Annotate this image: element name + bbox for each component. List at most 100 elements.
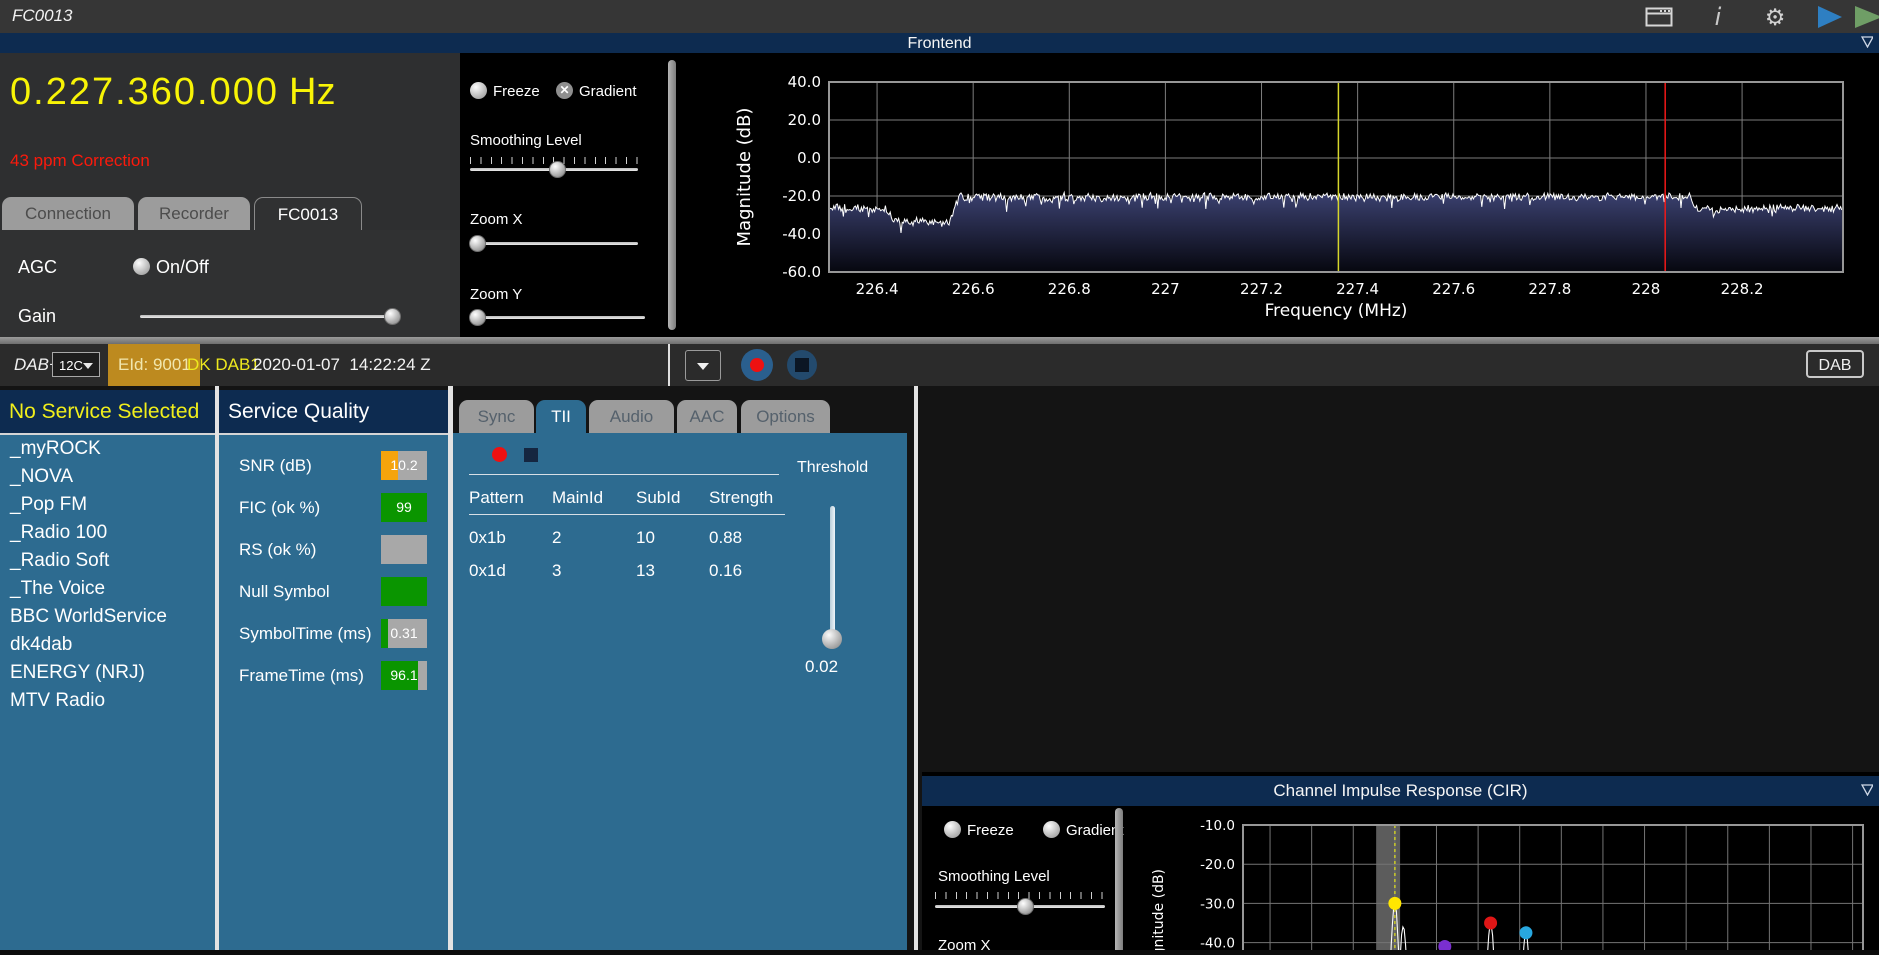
titlebar: FC0013 i ⚙ [0,0,1879,33]
svg-text:i: i [1715,4,1722,30]
cir-smoothing-slider-handle[interactable] [1017,898,1034,915]
svg-text:⚙: ⚙ [1765,5,1786,30]
service-list-item[interactable]: dk4dab [0,631,215,659]
tii-record-indicator[interactable] [492,447,507,462]
frontend-collapse-icon[interactable] [1861,36,1873,48]
panel-divider[interactable] [914,386,918,950]
horizontal-splitter[interactable] [0,337,1879,344]
frontend-tuner-pane: 0.227.360.000Hz 43 ppm Correction Connec… [0,53,460,337]
play-green-icon[interactable] [1852,4,1879,30]
quality-row-label: RS (ok %) [239,540,316,560]
service-list-item[interactable]: ENERGY (NRJ) [0,659,215,687]
svg-text:226.6: 226.6 [952,280,995,298]
cir-header-title: Channel Impulse Response (CIR) [1273,781,1527,800]
gain-slider-handle[interactable] [384,308,401,325]
info-icon[interactable]: i [1707,4,1729,30]
agc-toggle-label: On/Off [156,257,209,278]
smoothing-slider-handle[interactable] [549,161,566,178]
gain-slider-track[interactable] [140,315,400,318]
quality-row: Null Symbol [219,572,448,614]
svg-text:228.2: 228.2 [1721,280,1764,298]
threshold-slider-handle[interactable] [822,629,842,649]
controls-scrollbar[interactable] [668,60,676,330]
quality-bar: 10.2 [381,451,427,480]
tii-column-header: Strength [709,488,785,508]
zoom-y-slider-handle[interactable] [469,309,486,326]
gradient-checkbox[interactable] [556,82,573,99]
zoom-x-label: Zoom X [470,211,523,228]
cir-freeze-radio[interactable] [944,821,961,838]
tab-recorder[interactable]: Recorder [138,197,250,230]
service-panel-header: No Service Selected [0,390,215,433]
service-list-item[interactable]: _The Voice [0,575,215,603]
service-quality-title: Service Quality [219,400,369,423]
cir-smoothing-ticks [935,892,1105,899]
agc-toggle-radio[interactable] [133,258,150,275]
service-list-item[interactable]: _myROCK [0,435,215,463]
zoom-y-label: Zoom Y [470,286,522,303]
service-list-item[interactable]: _Pop FM [0,491,215,519]
tii-table-row[interactable]: 0x1d3130.16 [469,548,785,581]
signal-mode-badge: DAB [1806,350,1864,378]
svg-text:227.8: 227.8 [1528,280,1571,298]
service-list-item[interactable]: MTV Radio [0,687,215,715]
cir-collapse-icon[interactable] [1861,784,1873,796]
tab-sync[interactable]: Sync [459,400,534,433]
service-quality-header: Service Quality [219,390,448,433]
frontend-spectrum-plot[interactable]: 40.020.00.0-20.0-40.0-60.0226.4226.6226.… [680,53,1879,337]
chevron-down-icon [83,363,93,369]
gear-icon[interactable]: ⚙ [1762,4,1788,30]
threshold-value: 0.02 [805,657,838,677]
service-list-item[interactable]: BBC WorldService [0,603,215,631]
stop-button[interactable] [787,350,817,380]
tab-connection[interactable]: Connection [2,197,134,230]
tab-audio[interactable]: Audio [589,400,674,433]
cir-tii-region: Channel Impulse Response (CIR) Freeze Gr… [922,772,1879,955]
tab-options[interactable]: Options [741,400,830,433]
tab-fc0013[interactable]: FC0013 [254,197,362,231]
freeze-radio[interactable] [470,82,487,99]
quality-row-label: SymbolTime (ms) [239,624,372,644]
quality-row-label: FIC (ok %) [239,498,320,518]
zoom-x-slider-track[interactable] [470,242,638,245]
service-list-item[interactable]: _Radio 100 [0,519,215,547]
ppm-correction-label: 43 ppm Correction [10,151,150,171]
svg-text:227.2: 227.2 [1240,280,1283,298]
tab-aac[interactable]: AAC [677,400,737,433]
svg-text:Frequency (MHz): Frequency (MHz) [1265,301,1408,321]
cir-plot[interactable]: -10.0-20.0-30.0-40.0-50.0-60.0-60-40-200… [1128,806,1879,955]
quality-bar-value: 10.2 [381,451,427,480]
tii-table-row[interactable]: 0x1b2100.88 [469,515,785,548]
window-icon[interactable] [1645,7,1673,27]
ensemble-id-label: EId: 9001 [118,355,191,375]
frontend-tab-bar: ConnectionRecorderFC0013 [0,197,460,231]
channel-select[interactable]: 12C [52,352,100,377]
tii-stop-indicator[interactable] [524,448,538,462]
cir-controls-scrollbar[interactable] [1115,808,1123,955]
selected-service-label: No Service Selected [0,400,199,423]
quality-bar-value: 0.31 [381,619,427,648]
service-list-item[interactable]: _NOVA [0,463,215,491]
frontend-section: 0.227.360.000Hz 43 ppm Correction Connec… [0,53,1879,337]
threshold-label: Threshold [797,459,868,477]
frequency-unit: Hz [289,71,335,113]
service-list-item[interactable]: _Radio Soft [0,547,215,575]
threshold-slider-track[interactable] [830,506,835,646]
gain-label: Gain [18,306,56,327]
freeze-label: Freeze [493,83,540,100]
frontend-tab-content: AGC On/Off Gain [0,230,460,337]
zoom-x-slider-handle[interactable] [469,235,486,252]
tii-cell: 0.16 [709,561,785,581]
record-button[interactable] [741,349,773,381]
quality-row-label: Null Symbol [239,582,330,602]
play-blue-icon[interactable] [1815,4,1845,30]
tab-tii[interactable]: TII [536,400,586,433]
cir-gradient-radio[interactable] [1043,821,1060,838]
zoom-y-slider-track[interactable] [470,316,645,319]
frequency-display: 0.227.360.000Hz [10,71,335,114]
quality-row: SymbolTime (ms) 0.31 [219,614,448,656]
record-options-dropdown[interactable] [685,350,721,381]
tii-cell: 13 [636,561,709,581]
svg-text:-60.0: -60.0 [782,263,821,281]
tii-cell: 0x1b [469,528,552,548]
